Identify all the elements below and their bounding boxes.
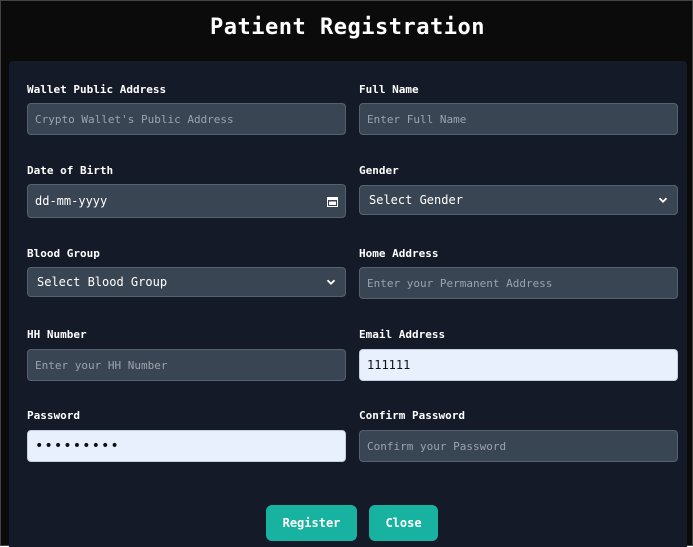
home-address-label: Home Address [359, 247, 439, 260]
gender-label: Gender [359, 164, 399, 177]
close-button[interactable]: Close [369, 505, 438, 541]
gender-select[interactable]: Select Gender [359, 185, 678, 215]
wallet-address-placeholder: Crypto Wallet's Public Address [35, 112, 234, 126]
page-title: Patient Registration [210, 15, 485, 40]
register-button[interactable]: Register [266, 505, 357, 541]
email-input[interactable]: 111111 [359, 349, 678, 381]
blood-group-selected: Select Blood Group [37, 275, 168, 289]
password-label: Password [27, 409, 80, 422]
dob-value: dd-mm-yyyy [35, 194, 108, 208]
confirm-password-placeholder: Confirm your Password [367, 439, 507, 453]
email-value: 111111 [367, 358, 411, 372]
chevron-down-icon [658, 197, 668, 203]
blood-group-label: Blood Group [27, 247, 100, 260]
hh-number-placeholder: Enter your HH Number [35, 358, 168, 372]
registration-window: Patient Registration Wallet Public Addre… [0, 0, 693, 547]
password-value: ••••••••• [35, 438, 120, 454]
calendar-icon[interactable] [327, 196, 338, 207]
full-name-placeholder: Enter Full Name [367, 112, 467, 126]
confirm-password-input[interactable]: Confirm your Password [359, 430, 678, 462]
dob-input[interactable]: dd-mm-yyyy [27, 184, 346, 218]
wallet-address-input[interactable]: Crypto Wallet's Public Address [27, 103, 346, 135]
home-address-input[interactable]: Enter your Permanent Address [359, 267, 678, 299]
full-name-input[interactable]: Enter Full Name [359, 103, 678, 135]
full-name-label: Full Name [359, 83, 419, 96]
hh-number-label: HH Number [27, 328, 87, 341]
blood-group-select[interactable]: Select Blood Group [27, 267, 346, 297]
home-address-placeholder: Enter your Permanent Address [367, 276, 553, 290]
password-input[interactable]: ••••••••• [27, 430, 346, 462]
email-label: Email Address [359, 328, 446, 341]
gender-selected: Select Gender [369, 193, 463, 207]
hh-number-input[interactable]: Enter your HH Number [27, 349, 346, 381]
confirm-password-label: Confirm Password [359, 409, 465, 422]
wallet-label: Wallet Public Address [27, 83, 167, 96]
chevron-down-icon [326, 279, 336, 285]
dob-label: Date of Birth [27, 164, 114, 177]
